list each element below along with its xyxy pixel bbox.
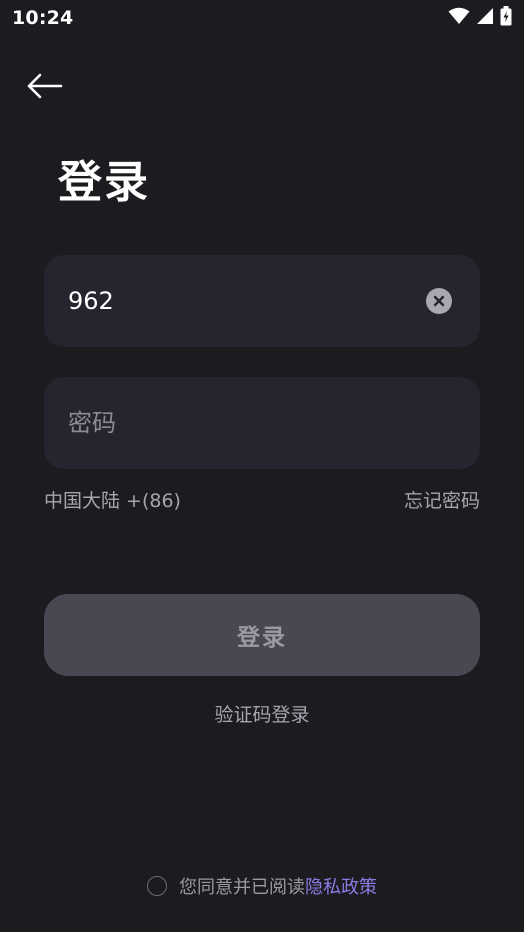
region-row: 中国大陆 +(86) 忘记密码: [44, 486, 480, 514]
page-title: 登录: [58, 157, 150, 208]
agreement-text: 您同意并已阅读: [179, 877, 305, 898]
password-input[interactable]: [68, 377, 428, 469]
signal-icon: [477, 8, 493, 24]
wifi-icon: [448, 7, 470, 24]
login-button[interactable]: 登录: [44, 594, 480, 676]
arrow-left-icon: [27, 73, 63, 99]
password-field[interactable]: [44, 377, 480, 469]
back-button[interactable]: [22, 66, 66, 106]
status-bar: 10:24: [0, 0, 524, 36]
agreement-row: 您同意并已阅读 隐私政策: [0, 873, 524, 899]
sms-login-link[interactable]: 验证码登录: [0, 700, 524, 727]
privacy-policy-link[interactable]: 隐私政策: [305, 873, 377, 899]
battery-charging-icon: [500, 6, 512, 26]
status-time: 10:24: [12, 7, 74, 29]
phone-field[interactable]: [44, 255, 480, 347]
status-icons: [448, 6, 512, 26]
close-icon: [433, 295, 445, 307]
agree-checkbox[interactable]: [147, 876, 167, 896]
forgot-password-link[interactable]: 忘记密码: [404, 486, 480, 513]
clear-input-button[interactable]: [426, 288, 452, 314]
region-selector[interactable]: 中国大陆 +(86): [44, 486, 181, 513]
phone-input[interactable]: [68, 255, 428, 347]
